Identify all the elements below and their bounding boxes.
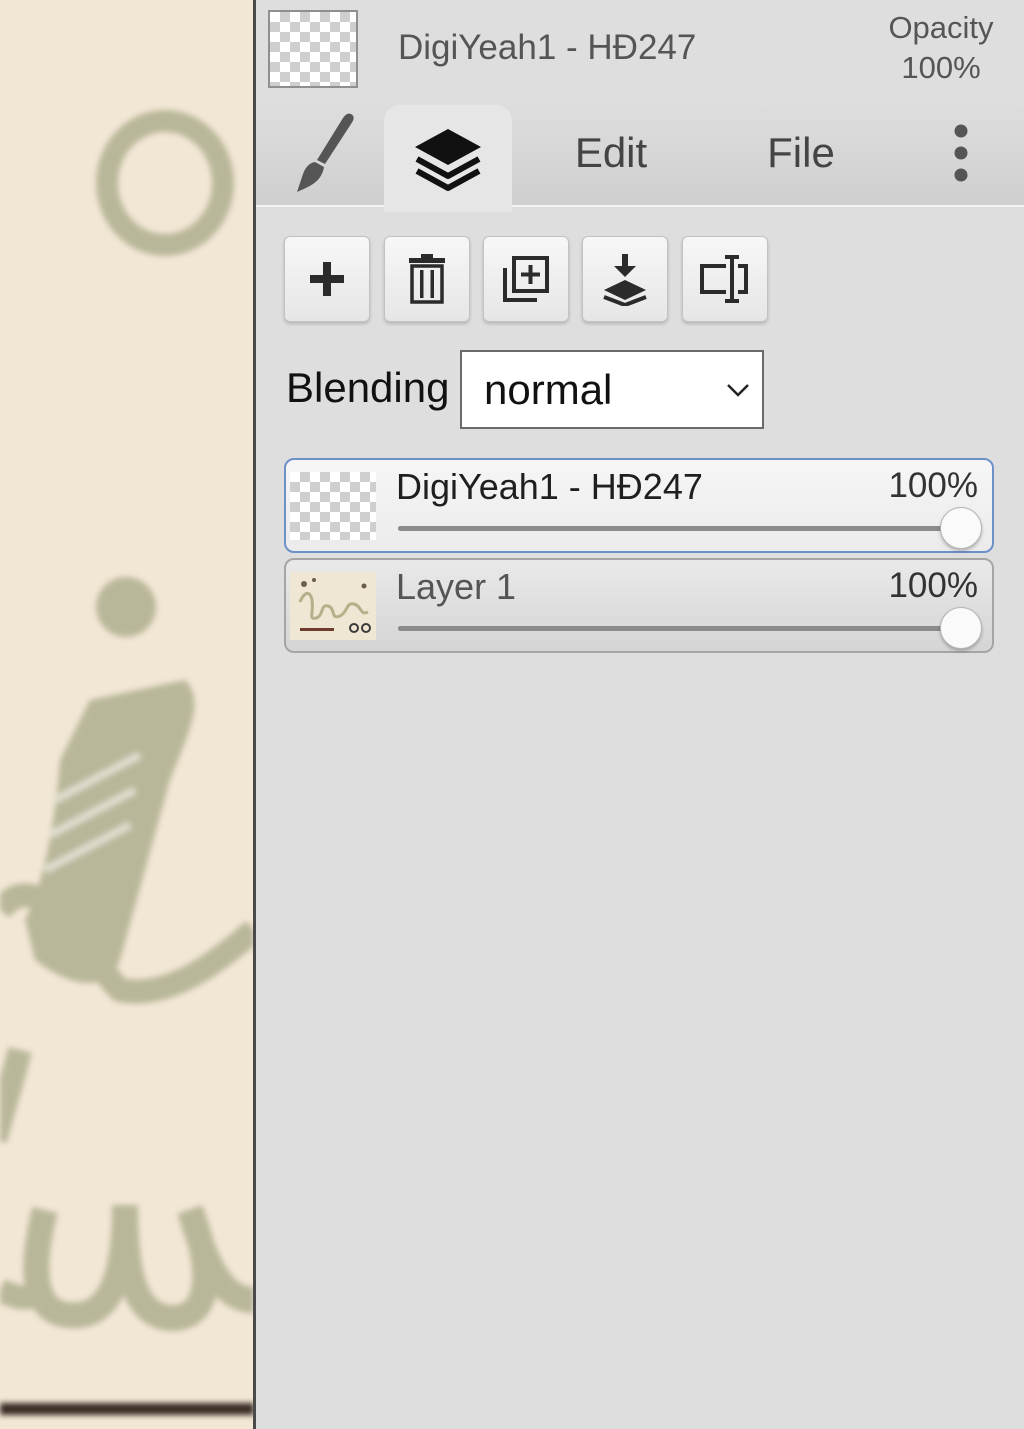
layer-thumbnail [290,572,376,640]
opacity-indicator[interactable]: Opacity 100% [866,8,1016,88]
chevron-down-icon [727,384,749,397]
rename-layer-icon [700,255,748,303]
tab-file[interactable]: File [736,100,866,205]
current-layer-title: DigiYeah1 - HĐ247 [398,28,697,67]
layer-opacity-handle[interactable] [940,507,982,549]
layer-row-layer-1[interactable]: Layer 1 100% [284,558,994,653]
layer-opacity-handle[interactable] [940,607,982,649]
layer-opacity-fill [398,626,960,631]
plus-icon [310,262,344,296]
current-layer-header: DigiYeah1 - HĐ247 Opacity 100% [256,0,1024,100]
tab-more[interactable] [936,100,986,205]
duplicate-layer-button[interactable] [483,236,569,322]
layers-panel: DigiYeah1 - HĐ247 Opacity 100% Edit File [256,0,1024,1429]
tab-edit[interactable]: Edit [546,100,676,205]
more-vertical-icon [954,124,968,181]
current-layer-thumbnail [268,10,358,88]
trash-icon [409,254,445,304]
layer-thumbnail [290,472,376,540]
drawing-canvas[interactable] [0,0,254,1429]
layer-thumbnail-artwork [290,572,376,640]
blending-label: Blending [286,364,450,411]
blending-mode-select[interactable]: normal [460,350,764,429]
canvas-artwork [0,110,254,1415]
merge-down-icon [603,254,647,306]
layer-opacity-slider[interactable] [398,607,982,649]
tab-bar: Edit File [256,100,1024,212]
layer-row-digiyeah1[interactable]: DigiYeah1 - HĐ247 100% [284,458,994,553]
duplicate-layer-icon [503,256,549,302]
tab-brush[interactable] [276,100,376,205]
layer-opacity-slider[interactable] [398,507,982,549]
blending-mode-value: normal [484,366,613,413]
rename-layer-button[interactable] [682,236,768,322]
layer-opacity-value: 100% [888,566,978,605]
paintbrush-icon [297,113,354,192]
opacity-value: 100% [901,50,981,85]
delete-layer-button[interactable] [384,236,470,322]
layers-icon [415,128,481,191]
layer-opacity-fill [398,526,960,531]
opacity-label: Opacity [888,10,994,45]
add-layer-button[interactable] [284,236,370,322]
layer-name: Layer 1 [396,566,517,607]
layer-opacity-value: 100% [888,466,978,505]
tab-layers[interactable] [384,105,512,212]
merge-down-button[interactable] [582,236,668,322]
layer-name: DigiYeah1 - HĐ247 [396,466,703,507]
